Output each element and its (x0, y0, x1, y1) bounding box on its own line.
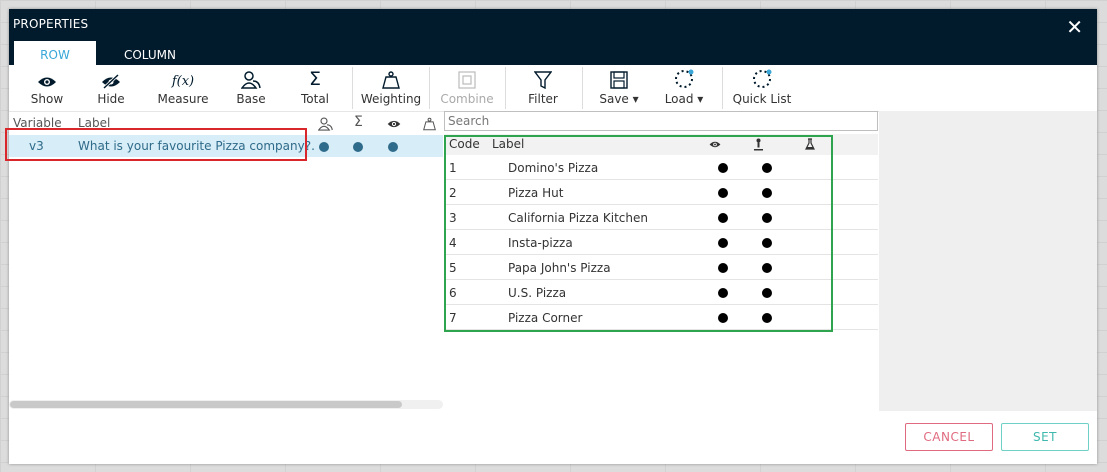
save-button[interactable]: Save ▾ (596, 65, 642, 111)
sigma-icon: Σ (308, 68, 321, 90)
empty-panel-area (879, 111, 1097, 411)
users-icon (241, 71, 261, 89)
set-button[interactable]: SET (1001, 423, 1089, 451)
toolbar-divider (582, 67, 583, 109)
codes-highlight-box (444, 135, 833, 332)
hide-button[interactable]: Hide (91, 65, 131, 111)
base-column-icon[interactable] (318, 117, 333, 131)
search-input[interactable] (444, 111, 878, 131)
toolbar: Show Hide f(x) Measure Base Σ Total Weig… (9, 65, 1097, 112)
function-icon: f(x) (171, 74, 195, 89)
base-indicator[interactable] (319, 142, 329, 152)
quick-list-button[interactable]: Quick List (731, 65, 793, 111)
load-button[interactable]: Load ▾ (660, 65, 708, 111)
variable-highlight-box (5, 128, 307, 161)
toolbar-divider (505, 67, 506, 109)
weighting-button[interactable]: Weighting (359, 65, 423, 111)
weighting-label: Weighting (360, 92, 422, 106)
weight-column-icon[interactable] (423, 117, 436, 131)
save-label: Save ▾ (599, 92, 639, 106)
combine-icon (458, 71, 476, 89)
save-icon (610, 71, 628, 89)
quick-list-spinner-icon (753, 69, 772, 88)
scrollbar-thumb[interactable] (10, 401, 402, 408)
combine-label: Combine (440, 92, 494, 106)
total-column-icon[interactable]: Σ (354, 114, 363, 130)
measure-button[interactable]: f(x) Measure (157, 65, 209, 111)
toolbar-divider (722, 67, 723, 109)
dialog-titlebar: PROPERTIES ✕ ROW COLUMN (9, 9, 1097, 65)
show-indicator[interactable] (388, 142, 398, 152)
quick-list-label: Quick List (732, 92, 792, 106)
eye-slash-icon (102, 74, 120, 89)
filter-button[interactable]: Filter (521, 65, 565, 111)
toolbar-divider (429, 67, 430, 109)
filter-label: Filter (528, 92, 558, 106)
eye-column-icon[interactable] (387, 119, 401, 129)
show-button[interactable]: Show (25, 65, 69, 111)
load-label: Load ▾ (664, 92, 704, 106)
cancel-button[interactable]: CANCEL (905, 423, 993, 451)
dialog-title: PROPERTIES (13, 17, 89, 31)
eye-icon (38, 77, 56, 87)
tab-column[interactable]: COLUMN (105, 41, 195, 65)
filter-icon (534, 71, 552, 89)
base-label: Base (236, 92, 266, 106)
base-button[interactable]: Base (231, 65, 271, 111)
weight-icon (382, 71, 400, 89)
total-indicator[interactable] (353, 142, 363, 152)
show-label: Show (30, 92, 64, 106)
tab-row[interactable]: ROW (14, 41, 96, 65)
measure-label: Measure (157, 92, 209, 106)
horizontal-scrollbar[interactable] (9, 400, 443, 409)
total-label: Total (300, 92, 330, 106)
properties-dialog: PROPERTIES ✕ ROW COLUMN Show Hide f(x) M… (5, 9, 1097, 464)
total-button[interactable]: Σ Total (296, 65, 334, 111)
close-icon[interactable]: ✕ (1066, 15, 1083, 39)
load-spinner-icon (675, 69, 694, 88)
hide-label: Hide (97, 92, 125, 106)
combine-button[interactable]: Combine (439, 65, 495, 111)
toolbar-divider (352, 67, 353, 109)
